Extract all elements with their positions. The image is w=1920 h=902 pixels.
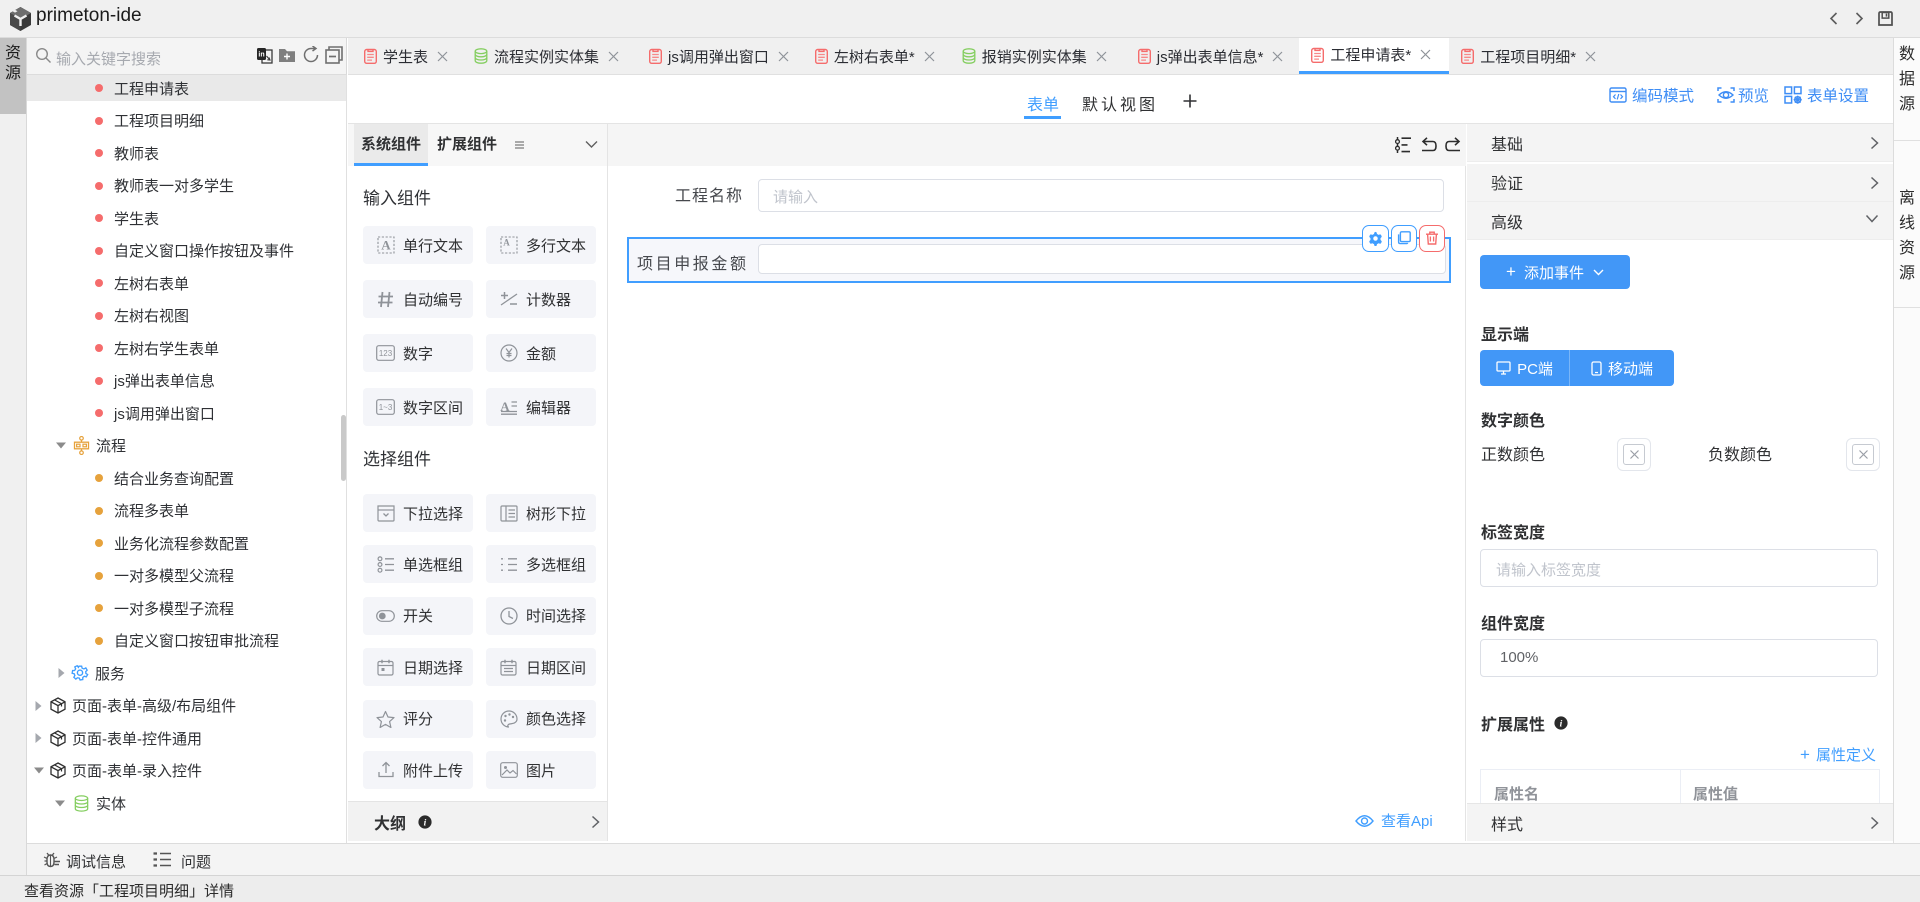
svg-text:1~3: 1~3 bbox=[379, 403, 393, 412]
svg-text:i: i bbox=[1560, 719, 1563, 729]
svg-text:A: A bbox=[503, 238, 510, 248]
svg-text:123: 123 bbox=[379, 349, 393, 358]
svg-text:i: i bbox=[424, 818, 427, 828]
svg-text:in: in bbox=[258, 52, 264, 59]
svg-text:A: A bbox=[381, 238, 391, 253]
